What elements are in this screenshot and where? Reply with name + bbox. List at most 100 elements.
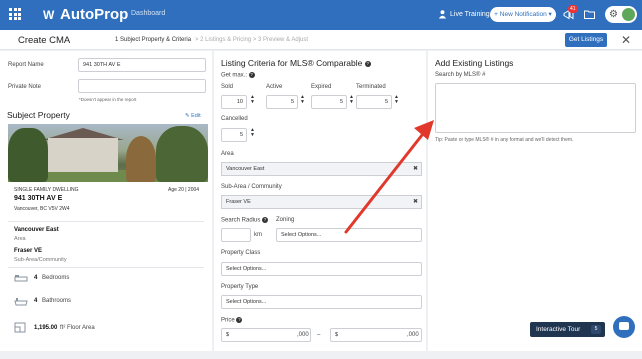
property-type-label: Property Type	[221, 284, 259, 290]
expired-input[interactable]: 5	[311, 95, 347, 109]
close-icon[interactable]: ✕	[621, 33, 631, 47]
get-listings-button[interactable]: Get Listings	[565, 33, 607, 47]
page-title: Create CMA	[18, 35, 71, 46]
help-icon[interactable]: ?	[262, 217, 269, 223]
add-existing-heading: Add Existing Listings	[435, 58, 514, 68]
property-city: Vancouver, BC V5V 2W4	[14, 206, 70, 212]
private-note-hint: *Doesn't appear in the report	[79, 97, 137, 102]
km-unit: km	[254, 232, 262, 238]
logo-text[interactable]: AutoProp	[60, 6, 128, 23]
price-dash: –	[317, 332, 321, 338]
help-icon[interactable]: ?	[248, 72, 255, 78]
sold-stepper-arrows[interactable]: ▲ ▼	[250, 95, 255, 105]
private-note-label: Private Note	[8, 84, 42, 90]
subarea-label: Sub-Area / Community	[221, 184, 282, 190]
currency-symbol: $	[226, 332, 230, 338]
mls-tip: Tip: Paste or type MLS® # in any format …	[435, 137, 574, 143]
property-photo	[8, 124, 208, 182]
active-input[interactable]: 5	[266, 95, 298, 109]
report-name-label: Report Name	[8, 62, 44, 68]
bedrooms-label: Bedrooms	[42, 275, 70, 281]
interactive-tour-button[interactable]: Interactive Tour 5	[530, 322, 605, 337]
sold-input[interactable]: 10	[221, 95, 247, 109]
divider	[8, 267, 204, 268]
tour-count: 5	[591, 325, 601, 334]
dwelling-type: SINGLE FAMILY DWELLING	[14, 187, 79, 193]
area-label: Area	[14, 236, 26, 242]
search-radius-label: Search Radius ?	[221, 217, 269, 224]
property-age: Age 20 | 2004	[168, 187, 200, 193]
photo-house	[48, 138, 118, 172]
get-max-text: Get max.:	[221, 72, 248, 79]
subarea-value: Fraser VE	[14, 248, 43, 254]
property-class-select[interactable]: Select Options...	[221, 262, 422, 276]
floor-area-icon	[14, 322, 26, 333]
chat-icon[interactable]	[613, 316, 635, 338]
photo-tree	[126, 136, 156, 182]
photo-tree	[156, 126, 208, 182]
section-label[interactable]: Dashboard	[131, 10, 165, 17]
floor-area-label: ft² Floor Area	[60, 325, 95, 331]
settings-avatar-toggle[interactable]: ⚙	[605, 6, 637, 23]
cancelled-input[interactable]: 5	[221, 128, 247, 142]
bath-icon	[14, 298, 28, 306]
active-stepper-arrows[interactable]: ▲ ▼	[300, 95, 305, 105]
subarea-tag: Fraser VE	[226, 199, 251, 205]
get-max-label: Get max.: ?	[221, 72, 255, 79]
wizard-bar: Create CMA 1 Subject Property & Criteria…	[0, 30, 642, 50]
expired-stepper-arrows[interactable]: ▲ ▼	[349, 95, 354, 105]
apps-grid-icon[interactable]	[9, 8, 21, 20]
annotation-arrow	[344, 120, 434, 234]
folder-icon[interactable]	[584, 9, 595, 19]
edit-icon: ✎	[185, 113, 190, 119]
photo-tree	[8, 128, 48, 182]
sold-label: Sold	[221, 84, 234, 90]
price-min-suffix: ,000	[297, 332, 309, 338]
live-training-icon[interactable]	[438, 9, 447, 19]
edit-link[interactable]: ✎ Edit	[185, 113, 201, 119]
bedrooms-value: 4	[34, 275, 38, 281]
steps-remaining[interactable]: > 2 Listings & Pricing > 3 Preview & Adj…	[195, 37, 308, 43]
criteria-heading: Listing Criteria for MLS® Comparable ?	[221, 58, 371, 68]
search-radius-text: Search Radius	[221, 217, 261, 224]
floor-area-value: 1,195.00	[34, 325, 58, 331]
currency-symbol: $	[335, 332, 339, 338]
mls-search-label: Search by MLS® #	[435, 72, 486, 78]
tour-label: Interactive Tour	[536, 326, 581, 333]
property-type-select[interactable]: Select Options...	[221, 295, 422, 309]
price-text: Price	[221, 317, 235, 324]
private-note-input[interactable]	[78, 79, 206, 93]
help-icon[interactable]: ?	[364, 60, 371, 67]
price-label: Price ?	[221, 317, 243, 324]
property-address: 941 30TH AV E	[14, 195, 63, 202]
avatar[interactable]	[622, 8, 635, 21]
notification-count-badge: 41	[568, 5, 578, 13]
top-bar: W AutoProp Dashboard Live Training + New…	[0, 0, 642, 30]
area-tag: Vancouver East	[226, 166, 265, 172]
logo-mark: W	[43, 8, 54, 22]
step-1[interactable]: 1 Subject Property & Criteria	[115, 37, 191, 43]
active-label: Active	[266, 84, 283, 90]
divider	[8, 221, 204, 222]
help-icon[interactable]: ?	[236, 317, 243, 323]
area-value: Vancouver East	[14, 227, 59, 233]
terminated-input[interactable]: 5	[356, 95, 392, 109]
cancelled-stepper-arrows[interactable]: ▲ ▼	[250, 128, 255, 138]
report-name-input[interactable]: 941 30TH AV E	[78, 58, 206, 72]
gear-icon[interactable]: ⚙	[609, 8, 618, 21]
terminated-stepper-arrows[interactable]: ▲ ▼	[394, 95, 399, 105]
property-class-label: Property Class	[221, 250, 261, 256]
radius-input[interactable]	[221, 228, 251, 242]
subject-panel: Report Name 941 30TH AV E Private Note *…	[0, 51, 212, 351]
live-training-link[interactable]: Live Training	[450, 11, 490, 18]
zoning-label: Zoning	[276, 217, 295, 223]
criteria-heading-text: Listing Criteria for MLS® Comparable	[221, 58, 363, 68]
bathrooms-value: 4	[34, 298, 38, 304]
bathrooms-label: Bathrooms	[42, 298, 72, 304]
edit-label: Edit	[191, 113, 201, 119]
new-notification-button[interactable]: + New Notification ▾	[490, 7, 556, 22]
cancelled-label: Cancelled	[221, 116, 248, 122]
price-max-suffix: ,000	[407, 332, 419, 338]
mls-search-textarea[interactable]	[435, 83, 636, 133]
bed-icon	[14, 275, 28, 282]
